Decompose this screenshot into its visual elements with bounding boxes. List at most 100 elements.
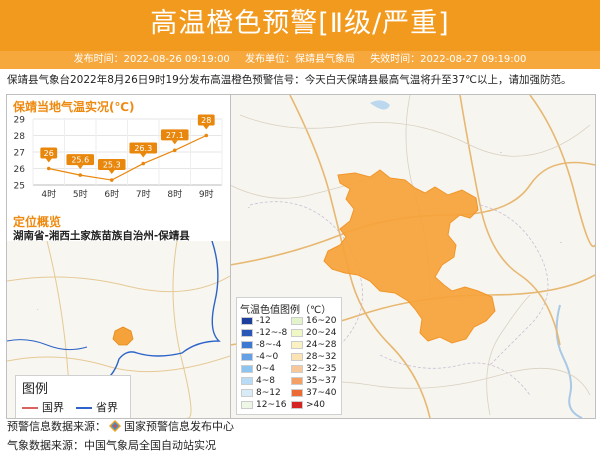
temperature-point <box>204 133 209 138</box>
temperature-chart: 25 26 27 28 29 26 4时 25.6 5时 25.3 6时 26.3 7时 27.1 8时 28… <box>14 114 223 200</box>
x-tick-label: 5时 <box>73 188 88 200</box>
data-label: 25.6 <box>71 156 89 165</box>
temperature-legend-label: -12~-8 <box>256 328 288 338</box>
legend-title: 气温色值图例（℃） <box>240 305 332 316</box>
temperature-legend-swatch <box>291 328 303 337</box>
temperature-legend-swatch <box>241 340 253 349</box>
temperature-legend-swatch <box>291 364 303 373</box>
temperature-legend-item: 35~37 <box>291 376 336 387</box>
x-tick-label: 7时 <box>136 188 151 200</box>
temperature-legend-item: 28~32 <box>291 352 336 363</box>
temperature-point <box>172 148 177 153</box>
temperature-legend-label: >40 <box>306 400 325 410</box>
publisher: 发布单位：保靖县气象局 <box>245 54 355 65</box>
temperature-legend-item: -4~0 <box>241 352 278 363</box>
place-label: · <box>500 150 502 157</box>
x-tick-label: 9时 <box>199 188 214 200</box>
temperature-legend-item: 24~28 <box>291 340 336 351</box>
temperature-legend-swatch <box>291 400 303 409</box>
data-label: 26 <box>44 149 54 158</box>
temperature-legend-label: -4~0 <box>256 352 279 362</box>
content-panel: · · · · 气温色值图例（℃） -1216~20-12~-820~24-8~… <box>6 94 596 419</box>
temperature-legend-item: -12 <box>241 316 271 327</box>
publish-time: 发布时间：2022-08-26 09:19:00 <box>73 54 230 65</box>
temperature-legend-swatch <box>291 352 303 361</box>
temperature-legend-label: 35~37 <box>306 376 337 386</box>
temperature-legend-label: 28~32 <box>306 352 337 362</box>
place-label: · <box>248 205 250 212</box>
temperature-legend-item: 32~35 <box>291 364 336 375</box>
temperature-legend-item: 4~8 <box>241 376 275 387</box>
warning-center-logo-icon <box>109 420 121 432</box>
temperature-legend-item: 8~12 <box>241 388 281 399</box>
y-tick-label: 27 <box>14 149 25 159</box>
source-line: 预警信息数据来源： 国家预警信息发布中心 <box>7 420 234 434</box>
page-title: 高温橙色预警[Ⅱ级/严重] <box>150 8 450 39</box>
data-label-pointer <box>45 158 52 163</box>
y-tick-label: 26 <box>14 165 26 175</box>
data-label-pointer <box>203 125 210 130</box>
expire-time: 失效时间：2022-08-27 09:19:00 <box>370 54 527 65</box>
temperature-legend-label: 12~16 <box>256 400 287 410</box>
temperature-legend-item: 16~20 <box>291 316 336 327</box>
temperature-legend-swatch <box>241 328 253 337</box>
place-label: · <box>560 240 562 247</box>
temperature-legend-swatch <box>241 352 253 361</box>
meta-bar: 发布时间：2022-08-26 09:19:00 发布单位：保靖县气象局 失效时… <box>0 51 600 69</box>
temperature-color-legend: 气温色值图例（℃） -12 16~20 -12~-8 20~24 -8~-4 24~28 -… <box>236 297 342 415</box>
temperature-legend-swatch <box>241 388 253 397</box>
temperature-legend-label: 8~12 <box>256 388 281 398</box>
title-banner: 高温橙色预警[Ⅱ级/严重] <box>0 0 600 51</box>
temperature-legend-label: 20~24 <box>306 328 337 338</box>
temperature-legend-label: 4~8 <box>256 376 275 386</box>
national-border-item: 国界 <box>22 399 64 415</box>
temperature-legend-label: 16~20 <box>306 316 337 326</box>
provincial-border-swatch <box>76 407 92 409</box>
boundary-legend: 图例 国界 省界 <box>15 375 131 418</box>
boundary-legend-title: 图例 <box>22 382 49 397</box>
data-label: 28 <box>201 116 211 125</box>
temperature-legend-swatch <box>291 388 303 397</box>
x-tick-label: 4时 <box>41 188 56 200</box>
temperature-legend-swatch <box>291 316 303 325</box>
temperature-legend-label: 37~40 <box>306 388 337 398</box>
temperature-legend-item: 37~40 <box>291 388 336 399</box>
source-name[interactable]: 国家预警信息发布中心 <box>124 420 234 433</box>
data-label-pointer <box>171 140 178 145</box>
weather-source: 气象数据来源：中国气象局全国自动站实况 <box>7 439 216 452</box>
national-border-swatch <box>22 407 38 409</box>
temperature-point <box>46 166 51 171</box>
temperature-point <box>78 173 83 177</box>
temperature-legend-item: 12~16 <box>241 400 286 411</box>
data-label: 25.3 <box>103 161 121 170</box>
temperature-legend-item: -12~-8 <box>241 328 287 339</box>
y-tick-label: 29 <box>14 116 26 126</box>
temperature-legend-label: 0~4 <box>256 364 275 374</box>
temperature-legend-label: 24~28 <box>306 340 337 350</box>
temperature-legend-label: 32~35 <box>306 364 337 374</box>
data-label: 27.1 <box>166 131 184 140</box>
y-tick-label: 25 <box>14 182 25 192</box>
temperature-legend-swatch <box>241 364 253 373</box>
temperature-legend-swatch <box>241 400 253 409</box>
x-tick-label: 6时 <box>104 188 119 200</box>
provincial-border-item: 省界 <box>76 399 118 415</box>
temperature-legend-swatch <box>291 376 303 385</box>
left-column: 保靖当地气温实况(℃) 25 26 27 28 29 26 4时 25.6 5时 25.3 6时 26… <box>7 95 231 418</box>
national-border-label: 国界 <box>42 401 64 414</box>
temperature-legend-swatch <box>241 316 253 325</box>
temperature-legend-swatch <box>291 340 303 349</box>
data-label-pointer <box>108 170 115 175</box>
provincial-border-label: 省界 <box>96 401 118 414</box>
temperature-legend-label: -12 <box>256 316 271 326</box>
warning-notice: 保靖县气象台2022年8月26日9时19分发布高温橙色预警信号：今天白天保靖县最… <box>7 74 572 86</box>
temperature-legend-item: 0~4 <box>241 364 275 375</box>
temperature-legend-label: -8~-4 <box>256 340 282 350</box>
temperature-point <box>141 161 146 166</box>
temperature-legend-item: >40 <box>291 400 325 411</box>
temperature-point <box>109 178 114 182</box>
y-tick-label: 28 <box>14 132 26 142</box>
x-tick-label: 8时 <box>167 188 182 200</box>
source-label: 预警信息数据来源： <box>7 420 106 433</box>
temperature-legend-swatch <box>241 376 253 385</box>
